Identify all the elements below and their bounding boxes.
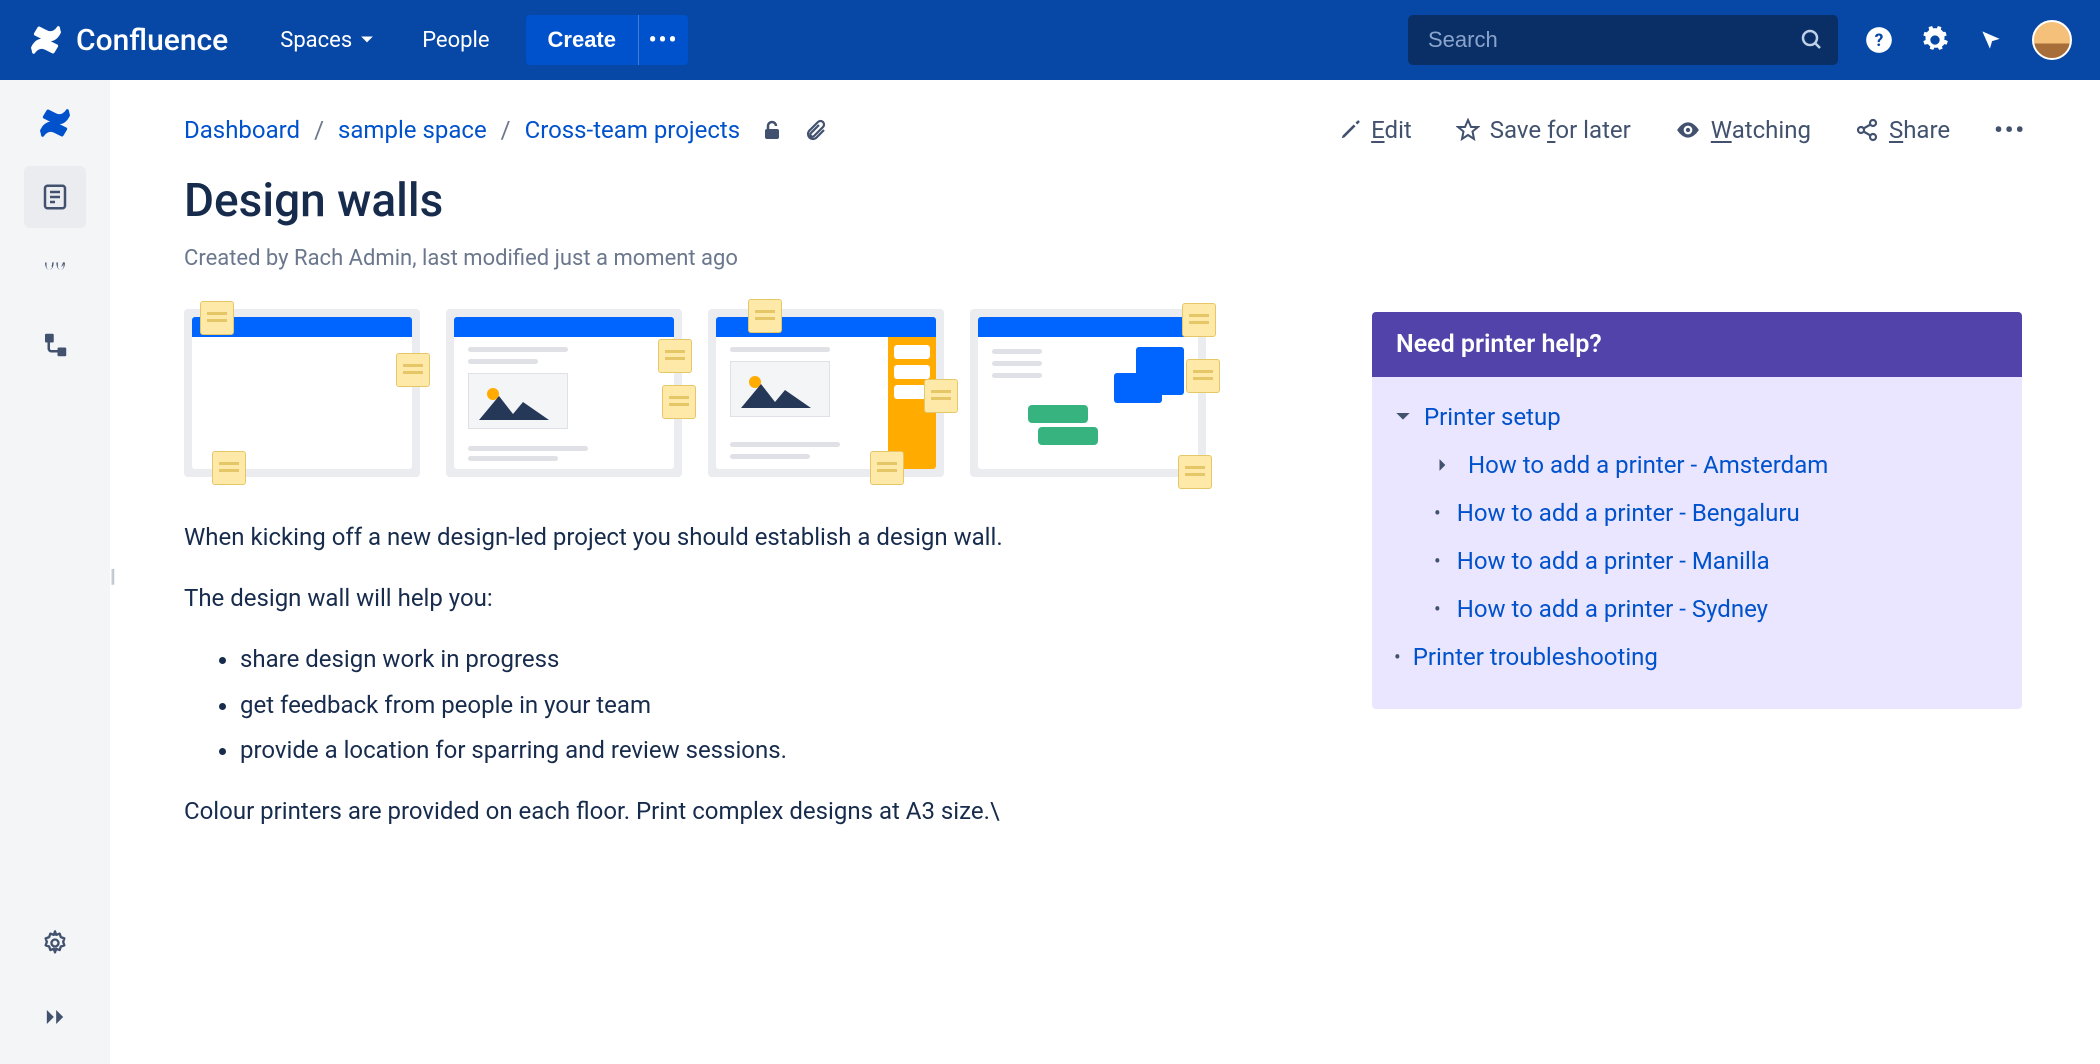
illustration-card	[970, 309, 1206, 477]
create-group: Create •••	[526, 15, 688, 65]
sidebar-blog-icon[interactable]	[24, 240, 86, 302]
confluence-logo-icon	[28, 22, 64, 58]
tree-item-root[interactable]: Printer setup	[1394, 393, 2000, 441]
breadcrumb-separator: /	[314, 116, 324, 144]
breadcrumb-parent[interactable]: Cross-team projects	[525, 116, 741, 144]
body-paragraph: When kicking off a new design-led projec…	[184, 519, 1384, 556]
tree-item[interactable]: • How to add a printer - Manilla	[1434, 537, 2000, 585]
bullet-icon: •	[1434, 549, 1441, 573]
svg-text:?: ?	[1875, 31, 1884, 51]
bullet-icon: •	[1394, 645, 1401, 669]
bullet-icon: •	[1434, 597, 1441, 621]
app-logo[interactable]: Confluence	[28, 22, 228, 58]
attachments-icon[interactable]	[804, 118, 828, 142]
body-list-item: provide a location for sparring and revi…	[240, 732, 1384, 769]
help-icon[interactable]: ?	[1864, 25, 1894, 55]
space-logo-tile[interactable]	[24, 92, 86, 154]
top-nav: Confluence Spaces People Create ••• ?	[0, 0, 2100, 80]
eye-icon	[1675, 117, 1701, 143]
illustration-card	[184, 309, 420, 477]
breadcrumb-space[interactable]: sample space	[338, 116, 487, 144]
page-body: When kicking off a new design-led projec…	[184, 519, 1384, 830]
share-button[interactable]: Share	[1855, 116, 1950, 144]
nav-spaces-label: Spaces	[280, 28, 352, 53]
page-actions: Edit Save for later Watching Share •••	[1339, 116, 2026, 144]
page-title: Design walls	[184, 174, 2026, 228]
chevron-down-icon	[1394, 409, 1412, 425]
search-icon[interactable]	[1800, 28, 1824, 52]
body-list-item: share design work in progress	[240, 641, 1384, 678]
notification-icon[interactable]	[1976, 25, 2006, 55]
body-list-item: get feedback from people in your team	[240, 687, 1384, 724]
page-header-row: Dashboard / sample space / Cross-team pr…	[184, 116, 2026, 144]
breadcrumb-separator: /	[501, 116, 511, 144]
bullet-icon: •	[1434, 501, 1441, 525]
tree-link[interactable]: How to add a printer - Amsterdam	[1468, 451, 1828, 479]
tree-item[interactable]: How to add a printer - Amsterdam	[1434, 441, 2000, 489]
tree-link[interactable]: Printer setup	[1424, 403, 1561, 431]
help-panel-title: Need printer help?	[1372, 312, 2022, 377]
sidebar-pages-icon[interactable]	[24, 166, 86, 228]
create-more-button[interactable]: •••	[638, 15, 688, 65]
create-button[interactable]: Create	[526, 15, 638, 65]
user-avatar[interactable]	[2032, 20, 2072, 60]
illustration-card	[708, 309, 944, 477]
edit-button[interactable]: Edit	[1339, 116, 1412, 144]
help-panel: Need printer help? Printer setup How to …	[1372, 312, 2022, 709]
search-wrap	[1408, 15, 1838, 65]
chevron-right-icon	[1434, 458, 1452, 472]
tree-link[interactable]: How to add a printer - Sydney	[1457, 595, 1768, 623]
sidebar-expand-icon[interactable]	[24, 986, 86, 1048]
main-content: Dashboard / sample space / Cross-team pr…	[110, 80, 2100, 1064]
help-panel-body: Printer setup How to add a printer - Ams…	[1372, 377, 2022, 709]
search-input[interactable]	[1408, 15, 1838, 65]
chevron-down-icon	[360, 33, 374, 47]
watching-button[interactable]: Watching	[1675, 116, 1811, 144]
breadcrumb-dashboard[interactable]: Dashboard	[184, 116, 300, 144]
page-byline: Created by Rach Admin, last modified jus…	[184, 246, 2026, 271]
share-icon	[1855, 118, 1879, 142]
nav-right: ?	[1408, 15, 2072, 65]
left-sidebar	[0, 80, 110, 1064]
nav-spaces[interactable]: Spaces	[260, 18, 394, 63]
body-paragraph: Colour printers are provided on each flo…	[184, 793, 1384, 830]
body-list: share design work in progress get feedba…	[240, 641, 1384, 769]
save-for-later-button[interactable]: Save for later	[1456, 116, 1631, 144]
breadcrumb: Dashboard / sample space / Cross-team pr…	[184, 116, 828, 144]
tree-link[interactable]: How to add a printer - Bengaluru	[1457, 499, 1800, 527]
sidebar-settings-icon[interactable]	[24, 912, 86, 974]
tree-item[interactable]: • How to add a printer - Sydney	[1434, 585, 2000, 633]
brand-name: Confluence	[76, 23, 228, 58]
nav-people-label: People	[422, 28, 489, 53]
nav-people[interactable]: People	[402, 18, 509, 63]
tree-item[interactable]: • How to add a printer - Bengaluru	[1434, 489, 2000, 537]
gear-icon[interactable]	[1920, 25, 1950, 55]
pencil-icon	[1339, 119, 1361, 141]
more-actions-button[interactable]: •••	[1994, 116, 2026, 144]
sidebar-tree-icon[interactable]	[24, 314, 86, 376]
tree-link[interactable]: Printer troubleshooting	[1413, 643, 1658, 671]
restrictions-icon[interactable]	[760, 118, 784, 142]
tree-item[interactable]: • Printer troubleshooting	[1394, 633, 2000, 681]
body-paragraph: The design wall will help you:	[184, 580, 1384, 617]
illustration-card	[446, 309, 682, 477]
star-icon	[1456, 118, 1480, 142]
tree-link[interactable]: How to add a printer - Manilla	[1457, 547, 1770, 575]
